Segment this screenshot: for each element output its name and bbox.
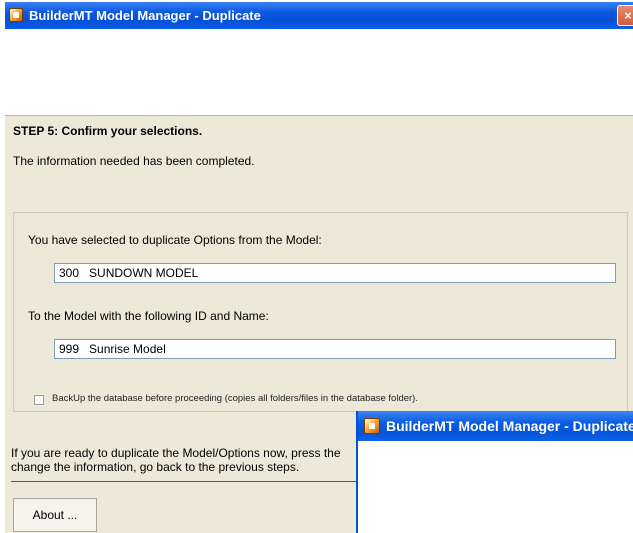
separator [11,481,357,482]
about-button[interactable]: About ... [13,498,97,532]
app-icon [9,8,23,22]
backup-checkbox-label[interactable]: BackUp the database before proceeding (c… [52,393,418,404]
backup-checkbox[interactable] [34,395,44,405]
overlay-app-icon [364,418,380,434]
target-model-field[interactable]: 999 Sunrise Model [54,339,616,359]
title-bar[interactable]: BuilderMT Model Manager - Duplicate × [5,2,633,29]
source-model-label: You have selected to duplicate Options f… [28,233,322,247]
overlay-window-title: BuilderMT Model Manager - Duplicate [386,418,633,434]
window-title: BuilderMT Model Manager - Duplicate [29,8,261,23]
info-text: The information needed has been complete… [13,154,255,168]
target-model-label: To the Model with the following ID and N… [28,309,269,323]
overlay-title-bar[interactable]: BuilderMT Model Manager - Duplicate [358,411,633,441]
instructions-text: If you are ready to duplicate the Model/… [11,446,357,474]
instructions-line-2: change the information, go back to the p… [11,460,300,474]
selection-groupbox: You have selected to duplicate Options f… [13,212,628,412]
source-model-field[interactable]: 300 SUNDOWN MODEL [54,263,616,283]
instructions-line-1: If you are ready to duplicate the Model/… [11,446,341,460]
close-button[interactable]: × [617,5,633,26]
step-title: STEP 5: Confirm your selections. [13,124,203,138]
header-panel [5,29,633,116]
duplicate-window-overlay: BuilderMT Model Manager - Duplicate [356,411,633,533]
